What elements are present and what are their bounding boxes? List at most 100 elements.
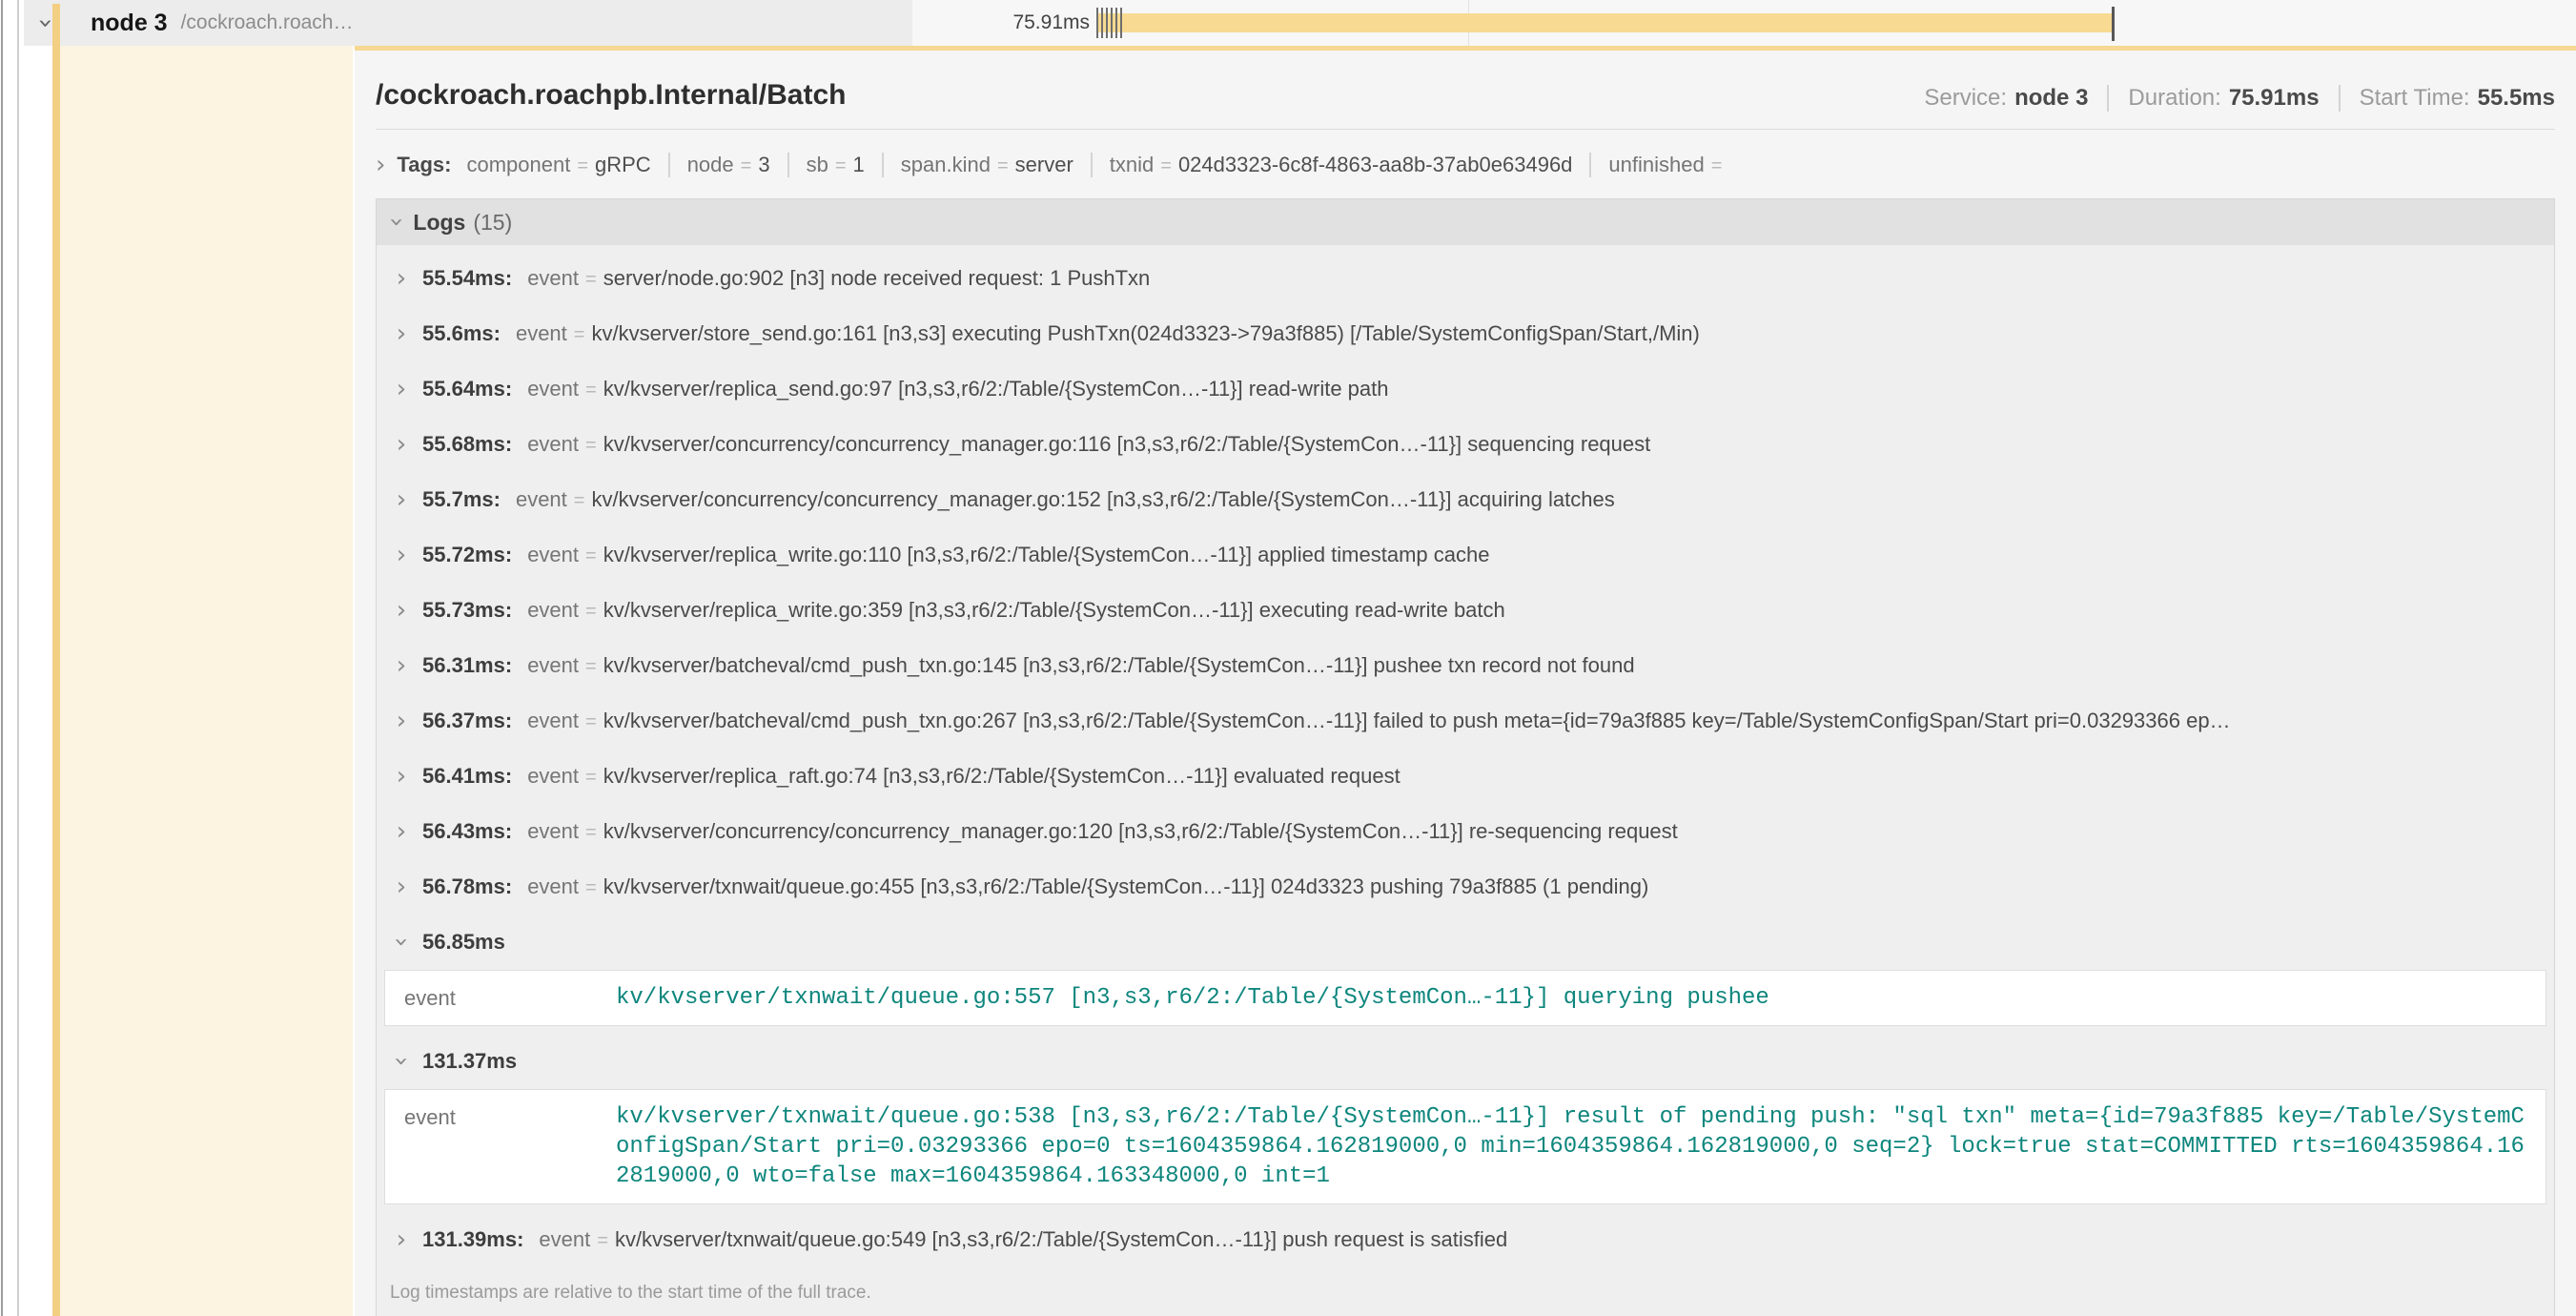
log-expand-chevron-icon[interactable]: › (390, 377, 413, 401)
tags-label: Tags: (397, 153, 451, 177)
equals-sign: = (997, 155, 1009, 176)
log-row[interactable]: › 55.6ms: event=kv/kvserver/store_send.g… (377, 306, 2554, 361)
log-fields: event=kv/kvserver/replica_send.go:97 [n3… (527, 377, 2537, 401)
log-collapse-chevron-icon[interactable]: › (389, 1050, 414, 1073)
log-row[interactable]: › 55.68ms: event=kv/kvserver/concurrency… (377, 417, 2554, 472)
log-expand-chevron-icon[interactable]: › (390, 266, 413, 291)
log-fields: event=kv/kvserver/replica_write.go:359 [… (527, 598, 2537, 623)
log-field-value: kv/kvserver/replica_write.go:359 [n3,s3,… (603, 598, 1505, 622)
log-expand-chevron-icon[interactable]: › (390, 819, 413, 844)
tag-value: 3 (758, 153, 769, 176)
log-field-value: kv/kvserver/txnwait/queue.go:455 [n3,s3,… (603, 874, 1649, 898)
log-row[interactable]: › 56.78ms: event=kv/kvserver/txnwait/que… (377, 859, 2554, 915)
equals-sign: = (597, 1230, 608, 1251)
log-expand-chevron-icon[interactable]: › (390, 321, 413, 346)
equals-sign: = (585, 656, 597, 677)
trace-span-detail-page: › node 3 /cockroach.roach… 75.91ms /cock… (0, 0, 2576, 1316)
log-collapse-chevron-icon[interactable]: › (389, 931, 414, 954)
log-field-key: event (527, 709, 579, 732)
log-expand-chevron-icon[interactable]: › (390, 432, 413, 457)
meta-label: Start Time: (2360, 85, 2470, 111)
log-row-expanded-header[interactable]: › 131.37ms (377, 1034, 2554, 1089)
tags-row[interactable]: › Tags: component=gRPC node=3 sb=1 span.… (376, 143, 2555, 187)
meta-label: Service: (1924, 85, 2007, 111)
log-timestamp: 56.37ms: (422, 709, 512, 733)
log-field-key: event (527, 764, 579, 788)
log-expand-chevron-icon[interactable]: › (390, 874, 413, 899)
log-field-value: kv/kvserver/concurrency/concurrency_mana… (603, 819, 1678, 843)
log-field-value: kv/kvserver/txnwait/queue.go:549 [n3,s3,… (615, 1227, 1507, 1251)
tag-item: sb=1 (787, 153, 882, 177)
span-duration-bar[interactable] (1098, 13, 2114, 32)
log-expand-chevron-icon[interactable]: › (390, 653, 413, 678)
log-row[interactable]: › 56.37ms: event=kv/kvserver/batcheval/c… (377, 693, 2554, 749)
log-fields: event=kv/kvserver/concurrency/concurrenc… (516, 487, 2537, 512)
tags-list: component=gRPC node=3 sb=1 span.kind=ser… (466, 153, 1746, 177)
tag-item: component=gRPC (466, 153, 667, 177)
equals-sign: = (577, 155, 588, 176)
equals-sign: = (585, 435, 597, 456)
tag-value: 1 (853, 153, 865, 176)
equals-sign: = (1160, 155, 1172, 176)
log-field-key: event (539, 1227, 590, 1251)
logs-body: › 55.54ms: event=server/node.go:902 [n3]… (377, 245, 2554, 1267)
log-row[interactable]: › 56.31ms: event = kv/kvserver/batcheval/c… (377, 638, 2554, 693)
log-tick (1096, 8, 1098, 38)
log-expand-chevron-icon[interactable]: › (390, 764, 413, 789)
tag-item: span.kind = server (882, 153, 1091, 177)
equals-sign: = (574, 490, 585, 511)
log-expand-chevron-icon[interactable]: › (390, 487, 413, 512)
span-color-stripe (52, 4, 60, 1316)
log-field-value: kv/kvserver/store_send.go:161 [n3,s3] ex… (591, 321, 1699, 345)
span-timeline: 75.91ms (912, 0, 2576, 46)
logs-collapse-chevron-icon[interactable]: › (384, 217, 409, 227)
tag-key: txnid (1110, 153, 1154, 176)
equals-sign: = (585, 767, 597, 788)
log-field-value: kv/kvserver/batcheval/cmd_push_txn.go:14… (603, 653, 1635, 677)
log-row[interactable]: › 55.64ms: event=kv/kvserver/replica_sen… (377, 361, 2554, 417)
log-fields: event=kv/kvserver/replica_write.go:110 [… (527, 543, 2537, 567)
log-timestamp: 56.31ms: (422, 653, 512, 678)
log-timestamp: 56.43ms: (422, 819, 512, 844)
log-field-key: event (527, 377, 579, 401)
log-timestamp: 55.7ms: (422, 487, 501, 512)
log-expand-chevron-icon[interactable]: › (390, 709, 413, 733)
tag-value: server (1015, 153, 1073, 176)
log-fields: event=kv/kvserver/txnwait/queue.go:455 [… (527, 874, 2537, 899)
tag-item: unfinished= (1589, 153, 1746, 177)
tags-expand-chevron-icon[interactable]: › (376, 153, 385, 177)
log-expand-chevron-icon[interactable]: › (390, 598, 413, 623)
log-field-key: event (527, 432, 579, 456)
log-row[interactable]: › 55.54ms: event=server/node.go:902 [n3]… (377, 251, 2554, 306)
span-name-bar[interactable]: › node 3 /cockroach.roach… (24, 0, 912, 46)
equals-sign: = (585, 877, 597, 898)
log-row[interactable]: › 56.41ms: event=kv/kvserver/replica_raf… (377, 749, 2554, 804)
log-timestamp: 56.85ms (422, 930, 505, 955)
log-fields: event=kv/kvserver/replica_raft.go:74 [n3… (527, 764, 2537, 789)
log-detail-box: event kv/kvserver/txnwait/queue.go:538 [… (384, 1089, 2546, 1204)
log-field-key: event (527, 819, 579, 843)
log-tick (1106, 8, 1108, 38)
log-field-value: kv/kvserver/batcheval/cmd_push_txn.go:26… (603, 709, 2231, 732)
log-row[interactable]: › 55.73ms: event=kv/kvserver/replica_wri… (377, 583, 2554, 638)
log-row[interactable]: › 55.7ms: event=kv/kvserver/concurrency/… (377, 472, 2554, 527)
log-field-value: kv/kvserver/txnwait/queue.go:538 [n3,s3,… (616, 1102, 2526, 1191)
tag-key: span.kind (901, 153, 991, 176)
log-row[interactable]: › 56.43ms: event=kv/kvserver/concurrency… (377, 804, 2554, 859)
log-expand-chevron-icon[interactable]: › (390, 543, 413, 567)
log-field-key: event (527, 653, 579, 677)
log-detail-box: event kv/kvserver/txnwait/queue.go:557 [… (384, 970, 2546, 1026)
equals-sign: = (585, 269, 597, 290)
log-field-key: event (527, 543, 579, 566)
log-row[interactable]: › 131.39ms: event=kv/kvserver/txnwait/qu… (377, 1212, 2554, 1267)
equals-sign: = (574, 324, 585, 345)
log-expand-chevron-icon[interactable]: › (390, 1227, 413, 1252)
log-timestamp: 55.73ms: (422, 598, 512, 623)
log-field-value: server/node.go:902 [n3] node received re… (603, 266, 1151, 290)
logs-header[interactable]: › Logs (15) (377, 199, 2554, 245)
log-row[interactable]: › 55.72ms: event=kv/kvserver/replica_wri… (377, 527, 2554, 583)
log-row-expanded-header[interactable]: › 56.85ms (377, 915, 2554, 970)
tag-value: 024d3323-6c8f-4863-aa8b-37ab0e63496d (1178, 153, 1572, 176)
log-tick-end (2112, 7, 2115, 41)
logs-count: (15) (473, 210, 512, 236)
